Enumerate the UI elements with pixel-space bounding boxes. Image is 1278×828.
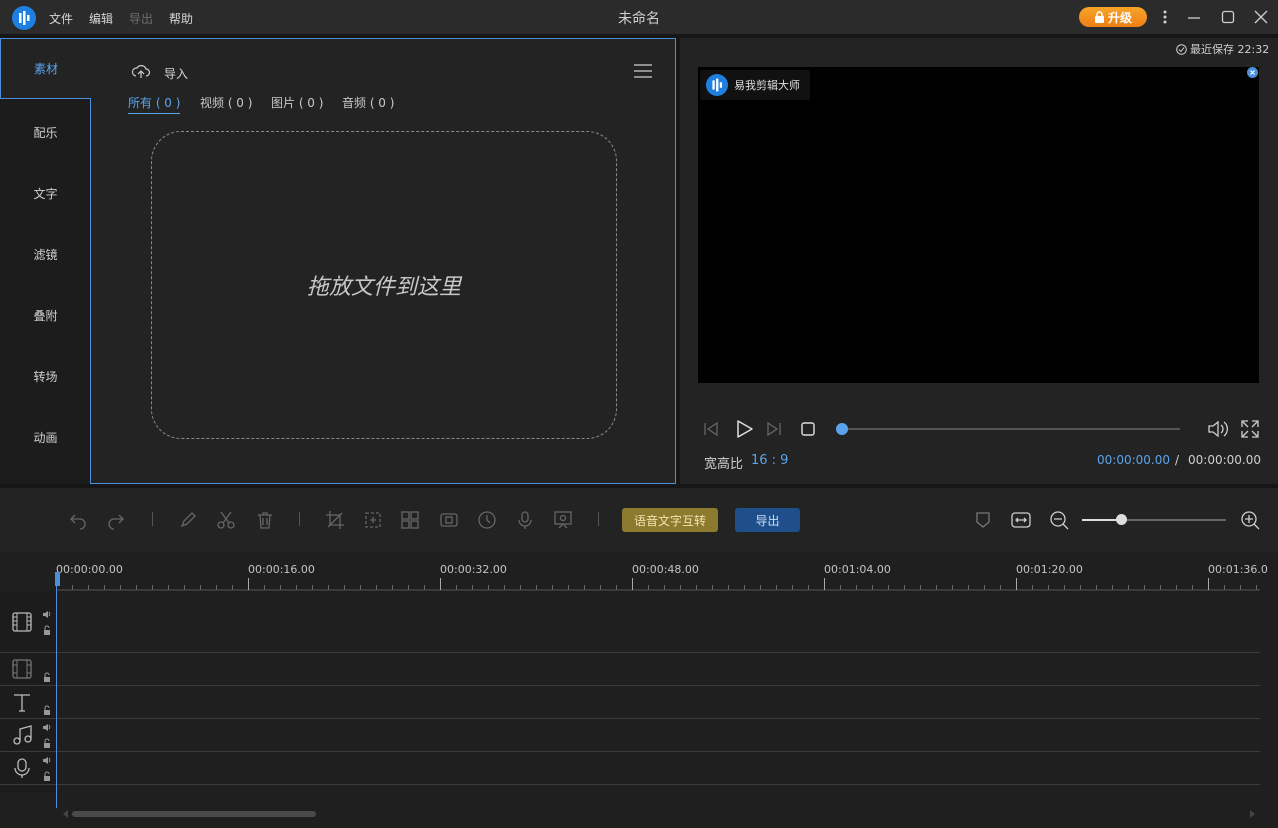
close-icon[interactable] — [1253, 9, 1269, 25]
delete-icon[interactable] — [255, 510, 275, 530]
list-view-icon[interactable] — [634, 63, 652, 79]
preview-screen — [698, 67, 1259, 383]
video-track-icon — [11, 611, 33, 633]
edit-icon[interactable] — [178, 510, 198, 530]
ruler-label: 00:00:48.00 — [632, 563, 699, 576]
scroll-right-icon[interactable] — [1248, 810, 1256, 818]
playhead-handle[interactable] — [55, 572, 60, 586]
check-circle-icon — [1176, 43, 1187, 55]
track-lock-icon[interactable] — [42, 771, 52, 781]
minimize-icon[interactable] — [1186, 9, 1202, 25]
record-voice-icon[interactable] — [515, 510, 535, 530]
toolbar-divider — [299, 512, 300, 526]
playback-progress-track[interactable] — [842, 428, 1180, 430]
pip-track-icon — [11, 658, 33, 680]
ruler-label: 00:00:16.00 — [248, 563, 315, 576]
screen-record-icon[interactable] — [553, 510, 573, 530]
more-options-icon[interactable] — [1157, 9, 1173, 25]
freeze-frame-icon[interactable] — [439, 510, 459, 530]
track-mute-icon[interactable] — [42, 722, 52, 732]
track-lock-icon[interactable] — [42, 705, 52, 715]
toolbar-divider — [598, 512, 599, 526]
side-tab-music[interactable]: 配乐 — [0, 102, 91, 163]
last-saved: 最近保存 22:32 — [1176, 41, 1269, 57]
cut-icon[interactable] — [216, 510, 236, 530]
brand-badge-text: 易我剪辑大师 — [734, 79, 800, 92]
next-frame-icon[interactable] — [765, 420, 783, 438]
text-track-icon — [11, 691, 33, 713]
content-border-right — [675, 38, 676, 98]
track-divider — [0, 784, 1260, 785]
brand-logo-icon — [706, 74, 728, 96]
track-mute-icon[interactable] — [42, 609, 52, 619]
playhead-line[interactable] — [56, 572, 57, 808]
zoom-slider-knob[interactable] — [1116, 514, 1127, 525]
total-time: 00:00:00.00 — [1188, 453, 1261, 467]
redo-icon[interactable] — [106, 510, 126, 530]
duration-icon[interactable] — [477, 510, 497, 530]
track-divider — [0, 751, 1260, 752]
side-tab-text[interactable]: 文字 — [0, 163, 91, 224]
upgrade-button[interactable]: 升级 — [1079, 7, 1147, 27]
zoom-in-icon[interactable] — [1240, 510, 1260, 530]
aspect-ratio-label: 宽高比 — [704, 457, 744, 472]
export-button[interactable]: 导出 — [735, 508, 800, 532]
ruler-label: 00:01:04.00 — [824, 563, 891, 576]
aspect-ratio-value[interactable]: 16 : 9 — [751, 453, 788, 468]
upgrade-label: 升级 — [1107, 10, 1132, 25]
crop-icon[interactable] — [325, 510, 345, 530]
voice-track-icon — [11, 757, 33, 779]
side-tab-media[interactable]: 素材 — [0, 38, 91, 99]
ruler-label: 00:00:32.00 — [440, 563, 507, 576]
track-divider — [0, 718, 1260, 719]
lock-icon — [1094, 11, 1104, 23]
side-tab-filters[interactable]: 滤镜 — [0, 224, 91, 285]
speech-text-convert-button[interactable]: 语音文字互转 — [622, 508, 718, 532]
side-tab-overlay[interactable]: 叠附 — [0, 285, 91, 346]
fit-timeline-icon[interactable] — [1011, 510, 1031, 530]
track-divider — [0, 652, 1260, 653]
import-button[interactable]: 导入 — [164, 65, 188, 82]
undo-icon[interactable] — [68, 510, 88, 530]
track-lock-icon[interactable] — [42, 738, 52, 748]
side-tab-transitions[interactable]: 转场 — [0, 346, 91, 407]
previous-frame-icon[interactable] — [702, 420, 720, 438]
drop-zone-text: 拖放文件到这里 — [306, 275, 461, 300]
side-tab-animation[interactable]: 动画 — [0, 407, 91, 468]
track-mute-icon[interactable] — [42, 755, 52, 765]
mosaic-icon[interactable] — [400, 510, 420, 530]
filter-tab-image[interactable]: 图片 ( 0 ) — [271, 94, 323, 111]
zoom-out-icon[interactable] — [1049, 510, 1069, 530]
play-icon[interactable] — [733, 418, 755, 440]
stop-icon[interactable] — [800, 421, 816, 437]
import-icon[interactable] — [131, 63, 151, 81]
track-lock-icon[interactable] — [42, 672, 52, 682]
fullscreen-icon[interactable] — [1240, 419, 1260, 439]
badge-close-icon[interactable] — [1247, 67, 1258, 78]
horizontal-scrollbar[interactable] — [72, 811, 316, 817]
time-separator: / — [1175, 453, 1180, 467]
ruler-label: 00:01:36.0 — [1208, 563, 1268, 576]
ruler-label: 00:01:20.00 — [1016, 563, 1083, 576]
marker-icon[interactable] — [973, 510, 993, 530]
maximize-icon[interactable] — [1220, 9, 1236, 25]
playback-progress-knob[interactable] — [836, 423, 848, 435]
resize-icon[interactable] — [363, 510, 383, 530]
ruler-label: 00:00:00.00 — [56, 563, 123, 576]
current-time: 00:00:00.00 — [1097, 453, 1170, 467]
track-divider — [0, 685, 1260, 686]
content-border-top — [90, 38, 676, 39]
track-lock-icon[interactable] — [42, 625, 52, 635]
brand-badge: 易我剪辑大师 — [700, 70, 810, 100]
toolbar-divider — [152, 512, 153, 526]
filter-tab-audio[interactable]: 音频 ( 0 ) — [342, 94, 394, 111]
drop-zone[interactable]: 拖放文件到这里 — [151, 131, 617, 439]
scroll-left-icon[interactable] — [62, 810, 70, 818]
music-track-icon — [11, 724, 33, 746]
last-saved-text: 最近保存 22:32 — [1190, 43, 1270, 56]
volume-icon[interactable] — [1206, 418, 1228, 440]
filter-tab-video[interactable]: 视频 ( 0 ) — [200, 94, 252, 111]
filter-tab-all[interactable]: 所有 ( 0 ) — [128, 94, 181, 114]
